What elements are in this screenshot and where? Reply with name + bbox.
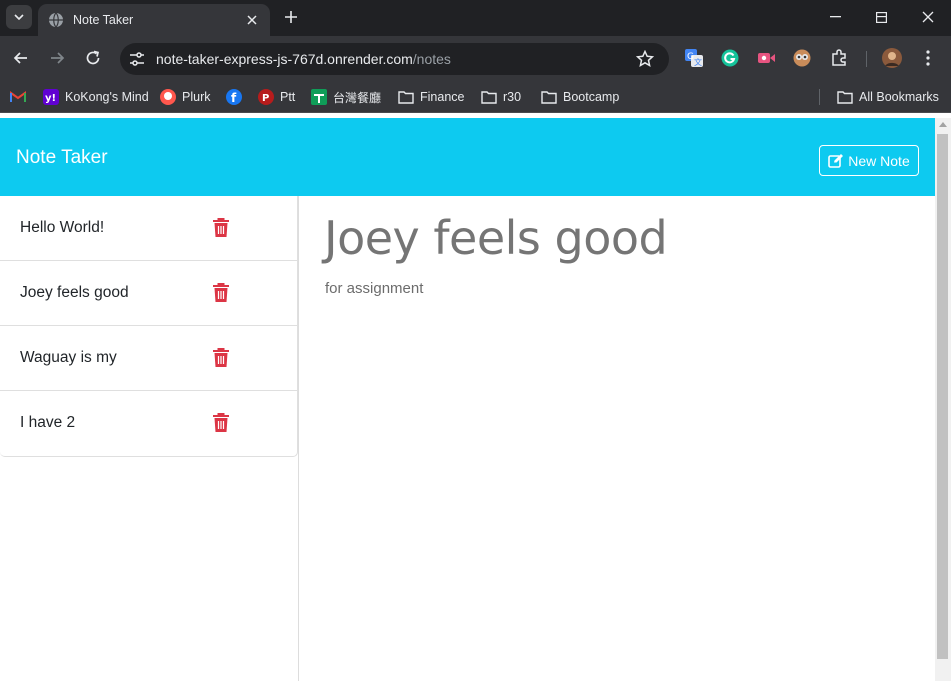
trash-icon[interactable]: [212, 283, 230, 303]
new-tab-button[interactable]: [281, 7, 301, 27]
all-bookmarks-label: All Bookmarks: [859, 90, 939, 104]
folder-icon: [398, 89, 414, 105]
bookmarks-separator: [819, 89, 820, 105]
plus-icon: [285, 11, 297, 23]
extensions-puzzle-icon[interactable]: [829, 48, 849, 68]
bookmark-gmail[interactable]: [10, 88, 26, 106]
bookmark-label: Bootcamp: [563, 90, 620, 104]
google-translate-icon[interactable]: G文: [684, 48, 704, 68]
tab-title: Note Taker: [73, 13, 134, 27]
maximize-window-button[interactable]: [858, 0, 904, 34]
new-note-button[interactable]: New Note: [819, 145, 919, 176]
minimize-icon: [829, 16, 841, 18]
maximize-icon: [875, 11, 887, 23]
browser-tab[interactable]: Note Taker: [38, 4, 270, 36]
browser-tab-bar: Note Taker: [0, 0, 951, 36]
bookmark-folder-bootcamp[interactable]: Bootcamp: [541, 88, 619, 106]
reload-icon: [86, 50, 100, 65]
grammarly-icon[interactable]: [720, 48, 740, 68]
new-note-label: New Note: [848, 152, 910, 169]
svg-text:y!: y!: [45, 93, 56, 104]
folder-icon: [481, 89, 497, 105]
plurk-icon: [160, 89, 176, 105]
folder-icon: [837, 89, 853, 105]
scroll-up-arrow[interactable]: [939, 122, 947, 127]
close-window-button[interactable]: [905, 0, 951, 34]
chevron-down-icon: [14, 14, 24, 20]
svg-text:f: f: [231, 91, 237, 105]
bookmark-folder-r30[interactable]: r30: [481, 88, 521, 106]
back-button[interactable]: [9, 46, 33, 70]
gmail-icon: [10, 89, 26, 105]
address-bar[interactable]: note-taker-express-js-767d.onrender.com/…: [120, 43, 669, 75]
bookmark-label: Ptt: [280, 90, 296, 104]
note-title: Waguay is my: [20, 349, 117, 366]
svg-text:文: 文: [694, 57, 702, 67]
arrow-left-icon: [13, 52, 27, 64]
bookmark-label: Plurk: [182, 90, 211, 104]
profile-avatar[interactable]: [882, 48, 902, 68]
note-title: Joey feels good: [20, 284, 129, 301]
bookmark-label: KoKong's Mind: [65, 90, 149, 104]
more-vertical-icon: [926, 50, 930, 66]
facebook-icon: f: [226, 89, 242, 105]
bookmark-label: Finance: [420, 90, 465, 104]
site-info-icon[interactable]: [128, 50, 146, 68]
bookmark-ptt[interactable]: P Ptt: [258, 88, 295, 106]
trash-icon[interactable]: [212, 413, 230, 433]
toolbar-separator: [866, 51, 867, 67]
reload-button[interactable]: [81, 46, 105, 70]
edit-icon: [828, 154, 844, 168]
list-item[interactable]: Joey feels good: [0, 261, 297, 326]
note-text-area[interactable]: for assignment: [325, 280, 423, 297]
browser-toolbar: note-taker-express-js-767d.onrender.com/…: [0, 36, 951, 81]
browser-menu-button[interactable]: [918, 48, 938, 68]
note-title: I have 2: [20, 414, 76, 431]
ptt-icon: P: [258, 89, 274, 105]
close-icon: [922, 11, 934, 23]
page-content: Note Taker New Note Hello World! Joey fe…: [0, 118, 935, 681]
sheets-icon: [311, 89, 327, 105]
app-navbar: Note Taker New Note: [0, 118, 935, 196]
forward-button[interactable]: [45, 46, 69, 70]
list-item[interactable]: I have 2: [0, 391, 297, 456]
app-brand[interactable]: Note Taker: [16, 147, 108, 169]
url-text: note-taker-express-js-767d.onrender.com/…: [156, 51, 635, 67]
globe-icon: [48, 12, 64, 28]
bookmark-star-icon[interactable]: [635, 49, 655, 69]
trash-icon[interactable]: [212, 348, 230, 368]
trash-icon[interactable]: [212, 218, 230, 238]
url-host: note-taker-express-js-767d.onrender.com: [156, 51, 413, 67]
svg-text:P: P: [262, 93, 269, 104]
bookmark-label: 台灣餐廳: [333, 90, 382, 105]
scroll-thumb[interactable]: [937, 134, 948, 659]
bookmark-label: r30: [503, 90, 522, 104]
arrow-right-icon: [51, 52, 65, 64]
owl-extension-icon[interactable]: [792, 48, 812, 68]
url-path: /notes: [412, 51, 451, 67]
all-bookmarks-button[interactable]: All Bookmarks: [837, 88, 939, 106]
folder-icon: [541, 89, 557, 105]
screen-recorder-icon[interactable]: [756, 48, 776, 68]
yahoo-icon: y!: [43, 89, 59, 105]
list-item[interactable]: Waguay is my: [0, 326, 297, 391]
bookmark-plurk[interactable]: Plurk: [160, 88, 210, 106]
minimize-window-button[interactable]: [812, 0, 858, 34]
close-tab-icon[interactable]: [244, 12, 260, 28]
bookmark-kokong[interactable]: y! KoKong's Mind: [43, 88, 149, 106]
bookmark-folder-finance[interactable]: Finance: [398, 88, 464, 106]
svg-text:G: G: [687, 52, 694, 62]
list-item[interactable]: Hello World!: [0, 196, 297, 261]
note-title-input[interactable]: Joey feels good: [324, 211, 668, 265]
bookmark-taiwan-restaurants[interactable]: 台灣餐廳: [311, 88, 381, 106]
notes-sidebar: Hello World! Joey feels good Waguay is m…: [0, 196, 299, 681]
note-title: Hello World!: [20, 219, 105, 236]
bookmark-facebook[interactable]: f: [226, 88, 248, 106]
note-editor: Joey feels good for assignment: [299, 196, 935, 681]
bookmarks-bar: y! KoKong's Mind Plurk f P Ptt 台灣餐廳 Fina…: [0, 81, 951, 113]
note-list: Hello World! Joey feels good Waguay is m…: [0, 196, 298, 457]
tab-search-button[interactable]: [6, 5, 32, 29]
page-scrollbar[interactable]: [935, 118, 951, 681]
